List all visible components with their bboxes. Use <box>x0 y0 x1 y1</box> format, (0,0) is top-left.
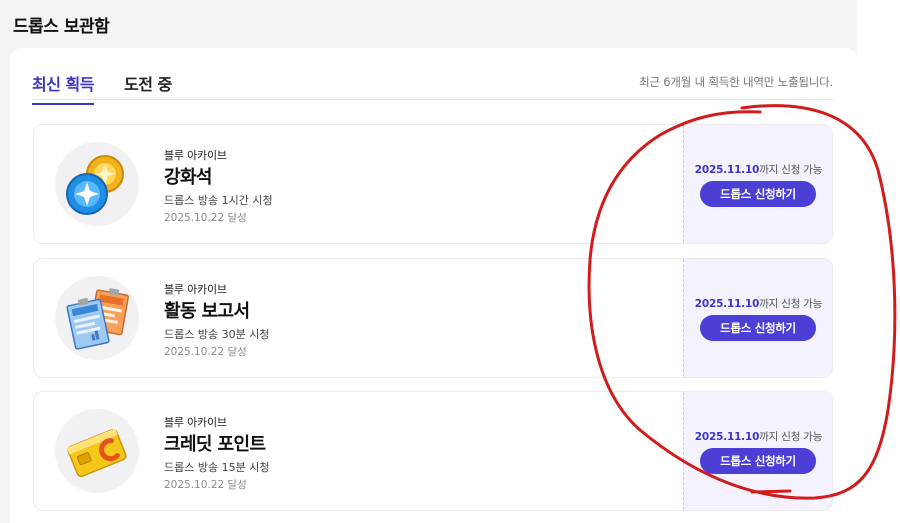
card-item-name: 크레딧 포인트 <box>164 434 266 455</box>
enhancement-stone-icon <box>55 142 139 226</box>
notice-text: 최근 6개월 내 획득한 내역만 노출됩니다. <box>639 75 833 89</box>
apply-drops-button[interactable]: 드롭스 신청하기 <box>700 181 816 207</box>
card-source: 블루 아카이브 <box>164 416 227 429</box>
card-achieved-date: 2025.10.22 달성 <box>164 212 247 224</box>
activity-report-icon <box>55 276 139 360</box>
apply-drops-button[interactable]: 드롭스 신청하기 <box>700 315 816 341</box>
card-achieved-date: 2025.10.22 달성 <box>164 346 247 358</box>
drop-card-activity-report: 블루 아카이브 활동 보고서 드롭스 방송 30분 시청 2025.10.22 … <box>33 258 833 378</box>
card-item-name: 강화석 <box>164 167 212 188</box>
tab-bar: 최신 획득 도전 중 최근 6개월 내 획득한 내역만 노출됩니다. <box>32 68 833 105</box>
card-condition: 드롭스 방송 15분 시청 <box>164 461 270 474</box>
tab-in-progress[interactable]: 도전 중 <box>124 71 172 103</box>
card-claim-panel: 2025.11.10까지 신청 가능 드롭스 신청하기 <box>683 392 832 510</box>
card-source: 블루 아카이브 <box>164 149 227 162</box>
credit-card-icon <box>55 409 139 493</box>
card-condition: 드롭스 방송 30분 시청 <box>164 328 270 341</box>
claim-deadline: 2025.11.10까지 신청 가능 <box>694 431 823 443</box>
drop-card-enhancement-stone: 블루 아카이브 강화석 드롭스 방송 1시간 시청 2025.10.22 달성 … <box>33 124 833 244</box>
apply-drops-button[interactable]: 드롭스 신청하기 <box>700 448 816 474</box>
card-claim-panel: 2025.11.10까지 신청 가능 드롭스 신청하기 <box>683 125 832 243</box>
card-condition: 드롭스 방송 1시간 시청 <box>164 194 273 207</box>
drop-card-credit-point: 블루 아카이브 크레딧 포인트 드롭스 방송 15분 시청 2025.10.22… <box>33 391 833 511</box>
card-claim-panel: 2025.11.10까지 신청 가능 드롭스 신청하기 <box>683 259 832 377</box>
card-source: 블루 아카이브 <box>164 283 227 296</box>
claim-deadline: 2025.11.10까지 신청 가능 <box>694 298 823 310</box>
tab-latest[interactable]: 최신 획득 <box>32 71 94 105</box>
card-item-name: 활동 보고서 <box>164 301 250 322</box>
page-title: 드롭스 보관함 <box>13 17 110 37</box>
card-achieved-date: 2025.10.22 달성 <box>164 479 247 491</box>
claim-deadline: 2025.11.10까지 신청 가능 <box>694 164 823 176</box>
